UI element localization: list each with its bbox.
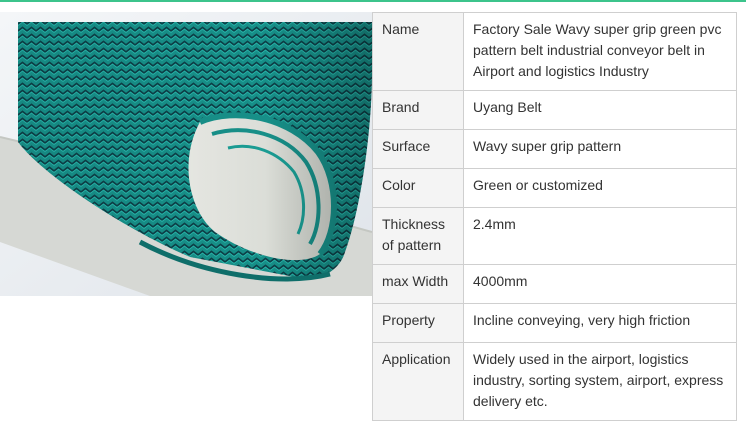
table-row: Application Widely used in the airport, … (372, 342, 737, 421)
spec-value: Wavy super grip pattern (463, 129, 737, 169)
table-row: Color Green or customized (372, 168, 737, 208)
table-row: Surface Wavy super grip pattern (372, 129, 737, 169)
table-row: Name Factory Sale Wavy super grip green … (372, 12, 737, 91)
spec-label: Color (372, 168, 464, 208)
table-row: Brand Uyang Belt (372, 90, 737, 130)
spec-value: 4000mm (463, 264, 737, 304)
spec-value: 2.4mm (463, 207, 737, 265)
spec-label: Name (372, 12, 464, 91)
spec-table: Name Factory Sale Wavy super grip green … (372, 12, 737, 421)
spec-label: max Width (372, 264, 464, 304)
spec-label: Brand (372, 90, 464, 130)
spec-label: Application (372, 342, 464, 421)
product-image (0, 12, 372, 296)
table-row: Property Incline conveying, very high fr… (372, 303, 737, 343)
top-accent-line (0, 0, 746, 2)
table-row: Thickness of pattern 2.4mm (372, 207, 737, 265)
spec-value: Factory Sale Wavy super grip green pvc p… (463, 12, 737, 91)
spec-label: Thickness of pattern (372, 207, 464, 265)
table-row: max Width 4000mm (372, 264, 737, 304)
spec-value: Uyang Belt (463, 90, 737, 130)
spec-label: Property (372, 303, 464, 343)
spec-value: Widely used in the airport, logistics in… (463, 342, 737, 421)
spec-label: Surface (372, 129, 464, 169)
spec-value: Green or customized (463, 168, 737, 208)
spec-value: Incline conveying, very high friction (463, 303, 737, 343)
